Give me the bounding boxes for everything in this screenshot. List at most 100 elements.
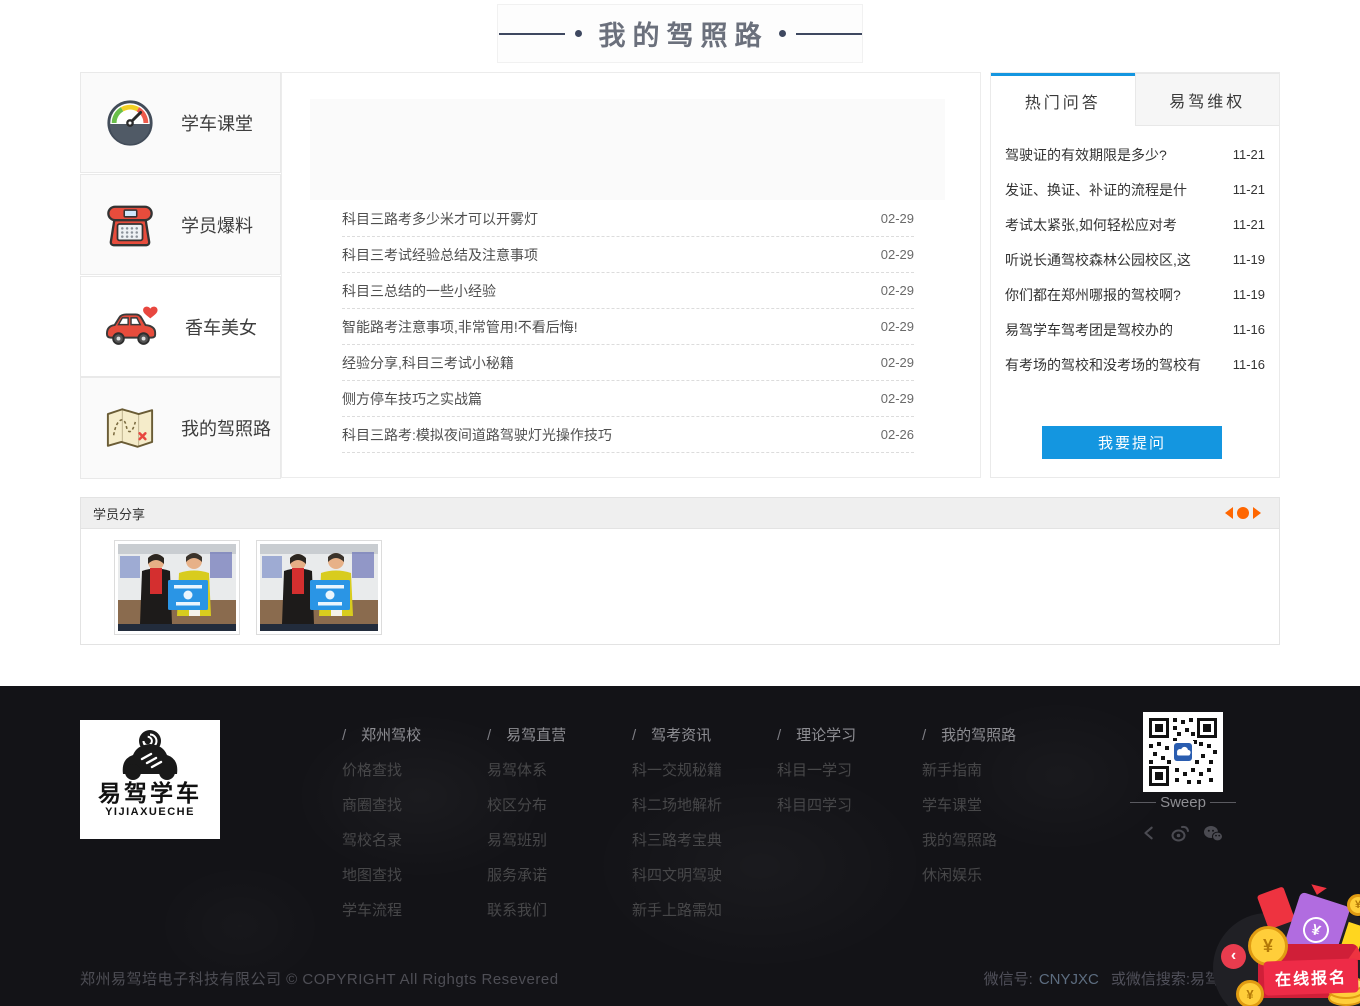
slash-decorator: / <box>487 727 491 744</box>
footer-link[interactable]: 校区分布 <box>487 788 627 823</box>
slash-decorator: / <box>342 727 346 744</box>
slash-decorator: / <box>777 727 781 744</box>
footer-link[interactable]: 服务承诺 <box>487 858 627 893</box>
sweep-line-right <box>1210 802 1236 803</box>
article-row[interactable]: 科目三路考:模拟夜间道路驾驶灯光操作技巧 02-26 <box>342 417 914 453</box>
article-title: 侧方停车技巧之实战篇 <box>342 389 869 409</box>
qa-date: 11-19 <box>1233 252 1265 267</box>
article-title: 科目三路考:模拟夜间道路驾驶灯光操作技巧 <box>342 425 869 445</box>
footer-link[interactable]: 新手上路需知 <box>632 893 772 928</box>
weibo-icon[interactable] <box>1170 824 1190 842</box>
article-panel: 科目三路考多少米才可以开雾灯 02-29 科目三考试经验总结及注意事项 02-2… <box>281 72 981 478</box>
article-banner-placeholder <box>310 99 945 200</box>
footer-column-header[interactable]: /郑州驾校 <box>342 718 482 753</box>
qa-title: 有考场的驾校和没考场的驾校有 <box>1005 355 1223 375</box>
article-date: 02-29 <box>881 247 914 262</box>
sweep-caption: Sweep <box>1123 794 1243 811</box>
article-row[interactable]: 科目三考试经验总结及注意事项 02-29 <box>342 237 914 273</box>
sidebar-item-xiangche-meinv[interactable]: 香车美女 <box>80 276 281 377</box>
footer-column: /理论学习 科目一学习科目四学习 <box>777 718 917 823</box>
qa-row[interactable]: 你们都在郑州哪报的驾校啊? 11-19 <box>1005 277 1265 312</box>
wechat-code: CNYJXC <box>1039 971 1099 988</box>
footer-column-header[interactable]: /易驾直营 <box>487 718 627 753</box>
article-row[interactable]: 经验分享,科目三考试小秘籍 02-29 <box>342 345 914 381</box>
title-dot-right <box>779 30 786 37</box>
qa-row[interactable]: 听说长通驾校森林公园校区,这 11-19 <box>1005 242 1265 277</box>
qa-list: 驾驶证的有效期限是多少? 11-21 发证、换证、补证的流程是什 11-21 考… <box>991 126 1279 382</box>
slash-decorator: / <box>922 727 926 744</box>
footer-link[interactable]: 科一交规秘籍 <box>632 753 772 788</box>
qa-date: 11-19 <box>1233 287 1265 302</box>
footer-column-header[interactable]: /理论学习 <box>777 718 917 753</box>
online-signup-button[interactable]: 在线报名 <box>1263 958 1358 995</box>
footer-link[interactable]: 易驾体系 <box>487 753 627 788</box>
footer-link[interactable]: 联系我们 <box>487 893 627 928</box>
social-icons <box>1141 824 1223 842</box>
article-row[interactable]: 科目三总结的一些小经验 02-29 <box>342 273 914 309</box>
article-row[interactable]: 智能路考注意事项,非常管用!不看后悔! 02-29 <box>342 309 914 345</box>
qa-date: 11-16 <box>1233 322 1265 337</box>
footer-link[interactable]: 我的驾照路 <box>922 823 1062 858</box>
sidebar-item-xueyuan-baoliao[interactable]: 学员爆料 <box>80 174 281 275</box>
share-icon[interactable] <box>1141 825 1157 841</box>
footer-link[interactable]: 学车课堂 <box>922 788 1062 823</box>
carousel-dot[interactable] <box>1237 507 1249 519</box>
carousel-next-icon[interactable] <box>1253 507 1261 519</box>
footer-link[interactable]: 科二场地解析 <box>632 788 772 823</box>
student-photo-image <box>260 544 378 631</box>
footer-link[interactable]: 科目四学习 <box>777 788 917 823</box>
footer-link[interactable]: 科四文明驾驶 <box>632 858 772 893</box>
brand-car-icon <box>114 728 186 780</box>
qa-row[interactable]: 考试太紧张,如何轻松应对考 11-21 <box>1005 207 1265 242</box>
article-row[interactable]: 侧方停车技巧之实战篇 02-29 <box>342 381 914 417</box>
footer-column-header[interactable]: /我的驾照路 <box>922 718 1062 753</box>
qa-row[interactable]: 驾驶证的有效期限是多少? 11-21 <box>1005 137 1265 172</box>
collapse-arrow-button[interactable]: ‹ <box>1221 944 1246 969</box>
car-heart-icon <box>105 304 159 350</box>
footer-link[interactable]: 商圈查找 <box>342 788 482 823</box>
footer-column-links: 易驾体系校区分布易驾班别服务承诺联系我们 <box>487 753 627 928</box>
yuan-symbol: ¥ <box>1300 914 1333 947</box>
wechat-icon[interactable] <box>1203 825 1223 842</box>
carousel-prev-icon[interactable] <box>1225 507 1233 519</box>
student-photo[interactable] <box>114 540 240 635</box>
brand-name-cn: 易驾学车 <box>98 780 202 806</box>
article-date: 02-26 <box>881 427 914 442</box>
student-photo[interactable] <box>256 540 382 635</box>
ask-question-button[interactable]: 我要提问 <box>1042 426 1222 459</box>
slash-decorator: / <box>632 727 636 744</box>
footer-link[interactable]: 科目一学习 <box>777 753 917 788</box>
footer-column: /我的驾照路 新手指南学车课堂我的驾照路休闲娱乐 <box>922 718 1062 893</box>
footer-link[interactable]: 驾校名录 <box>342 823 482 858</box>
footer-link[interactable]: 科三路考宝典 <box>632 823 772 858</box>
article-row[interactable]: 科目三路考多少米才可以开雾灯 02-29 <box>342 201 914 237</box>
footer-link[interactable]: 易驾班别 <box>487 823 627 858</box>
sweep-line-left <box>1130 802 1156 803</box>
wechat-prefix: 微信号: <box>984 971 1033 988</box>
article-date: 02-29 <box>881 391 914 406</box>
sidebar-item-xueche-ketang[interactable]: 学车课堂 <box>80 72 281 173</box>
qa-title: 驾驶证的有效期限是多少? <box>1005 145 1223 165</box>
footer-column-header[interactable]: /驾考资讯 <box>632 718 772 753</box>
footer-link[interactable]: 价格查找 <box>342 753 482 788</box>
title-line-right <box>796 33 862 35</box>
student-photo-image <box>118 544 236 631</box>
qa-title: 易驾学车驾考团是驾校办的 <box>1005 320 1223 340</box>
map-route-icon <box>105 406 155 451</box>
sidebar-item-label: 香车美女 <box>185 314 257 340</box>
article-date: 02-29 <box>881 283 914 298</box>
footer-column: /郑州驾校 价格查找商圈查找驾校名录地图查找学车流程 <box>342 718 482 928</box>
footer-link[interactable]: 学车流程 <box>342 893 482 928</box>
qa-row[interactable]: 发证、换证、补证的流程是什 11-21 <box>1005 172 1265 207</box>
footer-link[interactable]: 休闲娱乐 <box>922 858 1062 893</box>
article-title: 智能路考注意事项,非常管用!不看后悔! <box>342 317 869 337</box>
tab-hot-questions[interactable]: 热门问答 <box>991 73 1135 126</box>
qr-code <box>1143 712 1223 792</box>
qa-row[interactable]: 有考场的驾校和没考场的驾校有 11-16 <box>1005 347 1265 382</box>
footer-link[interactable]: 地图查找 <box>342 858 482 893</box>
qa-row[interactable]: 易驾学车驾考团是驾校办的 11-16 <box>1005 312 1265 347</box>
tab-rights-protection[interactable]: 易驾维权 <box>1135 73 1280 126</box>
sidebar-item-wode-jiazhaolu[interactable]: 我的驾照路 <box>80 377 281 479</box>
sidebar-item-label: 我的驾照路 <box>181 415 271 441</box>
footer-link[interactable]: 新手指南 <box>922 753 1062 788</box>
